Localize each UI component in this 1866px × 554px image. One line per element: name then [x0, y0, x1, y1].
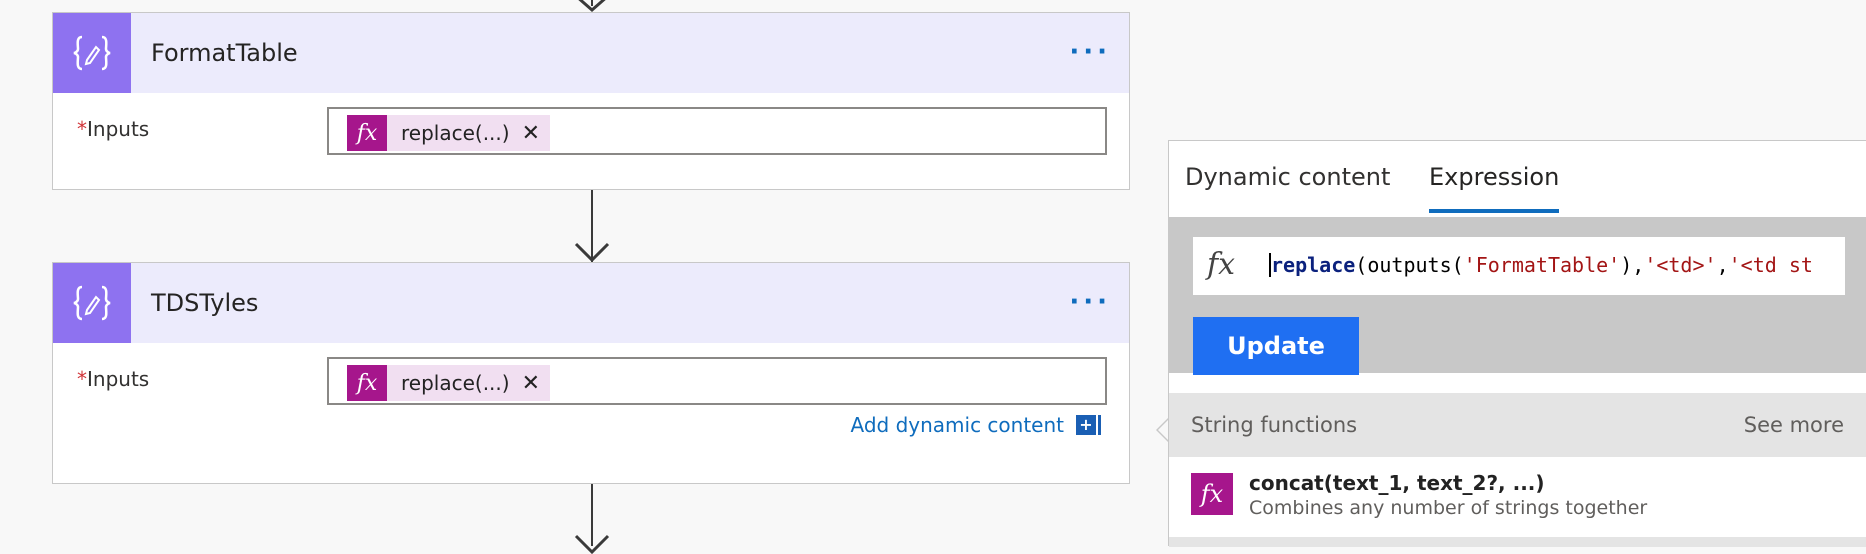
card-header[interactable]: FormatTable ···: [53, 13, 1129, 93]
function-name[interactable]: concat(text_1, text_2?, ...): [1249, 471, 1545, 495]
action-card-formattable: FormatTable ··· *Inputs fx replace(...) …: [52, 12, 1130, 190]
fx-icon: fx: [1191, 473, 1233, 515]
required-marker: *: [77, 367, 87, 391]
inputs-label-text: Inputs: [87, 367, 150, 391]
compose-action-icon: [53, 263, 131, 343]
expression-function: replace: [1271, 253, 1356, 277]
required-marker: *: [77, 117, 87, 141]
arrow-down-icon: [574, 534, 610, 554]
close-icon[interactable]: ✕: [522, 371, 540, 396]
tab-expression[interactable]: Expression: [1429, 163, 1559, 191]
inputs-label: *Inputs: [77, 367, 149, 391]
section-label: String functions: [1191, 413, 1358, 437]
fx-icon: fx: [347, 115, 387, 151]
add-dynamic-content-link[interactable]: Add dynamic content +: [850, 413, 1101, 437]
fx-icon: fx: [347, 365, 387, 401]
arrow-down-icon: [574, 242, 610, 262]
tab-dynamic-content[interactable]: Dynamic content: [1185, 163, 1390, 191]
inputs-label-text: Inputs: [87, 117, 150, 141]
expression-call: (outputs(: [1355, 253, 1464, 277]
close-icon[interactable]: ✕: [522, 121, 540, 146]
expression-input[interactable]: fx replace(outputs('FormatTable'),'<td>'…: [1193, 237, 1845, 295]
inputs-row: *Inputs fx replace(...) ✕: [53, 93, 1129, 171]
ellipsis-icon[interactable]: ···: [1069, 37, 1111, 67]
update-button[interactable]: Update: [1193, 317, 1359, 375]
inputs-row: *Inputs fx replace(...) ✕ Add dynamic co…: [53, 343, 1129, 483]
expression-punct: ,: [1716, 253, 1729, 277]
card-title[interactable]: TDSTyles: [151, 289, 258, 317]
token-label[interactable]: replace(...): [401, 371, 510, 395]
dynamic-content-panel: Dynamic content Expression fx replace(ou…: [1168, 140, 1866, 547]
card-title[interactable]: FormatTable: [151, 39, 298, 67]
add-icon[interactable]: +: [1076, 415, 1096, 435]
expression-code[interactable]: replace(outputs('FormatTable'),'<td>','<…: [1269, 253, 1813, 277]
expression-string: '<td>': [1644, 253, 1717, 277]
active-tab-indicator: [1429, 209, 1559, 213]
compose-action-icon: [53, 13, 131, 93]
expression-punct: ),: [1620, 253, 1645, 277]
expression-editor-area: fx replace(outputs('FormatTable'),'<td>'…: [1169, 217, 1866, 375]
inputs-field[interactable]: fx replace(...) ✕: [327, 107, 1107, 155]
see-more-link[interactable]: See more: [1744, 413, 1844, 437]
card-header[interactable]: TDSTyles ···: [53, 263, 1129, 343]
inputs-field[interactable]: fx replace(...) ✕: [327, 357, 1107, 405]
fx-icon: fx: [1207, 247, 1236, 282]
expression-token[interactable]: fx replace(...) ✕: [347, 365, 551, 401]
string-functions-header: String functions See more: [1169, 393, 1866, 457]
inputs-label: *Inputs: [77, 117, 149, 141]
function-item-concat[interactable]: fx concat(text_1, text_2?, ...) Combines…: [1169, 457, 1866, 537]
expression-token[interactable]: fx replace(...) ✕: [347, 115, 551, 151]
panel-tabs: Dynamic content Expression: [1169, 141, 1866, 217]
add-icon-bar: [1098, 415, 1101, 435]
add-dynamic-content-label[interactable]: Add dynamic content: [850, 413, 1064, 437]
expression-string: 'FormatTable': [1463, 253, 1621, 277]
expression-string: '<td st: [1728, 253, 1813, 277]
action-card-tdstyles: TDSTyles ··· *Inputs fx replace(...) ✕ A…: [52, 262, 1130, 484]
function-description: Combines any number of strings together: [1249, 497, 1648, 519]
token-label[interactable]: replace(...): [401, 121, 510, 145]
ellipsis-icon[interactable]: ···: [1069, 287, 1111, 317]
